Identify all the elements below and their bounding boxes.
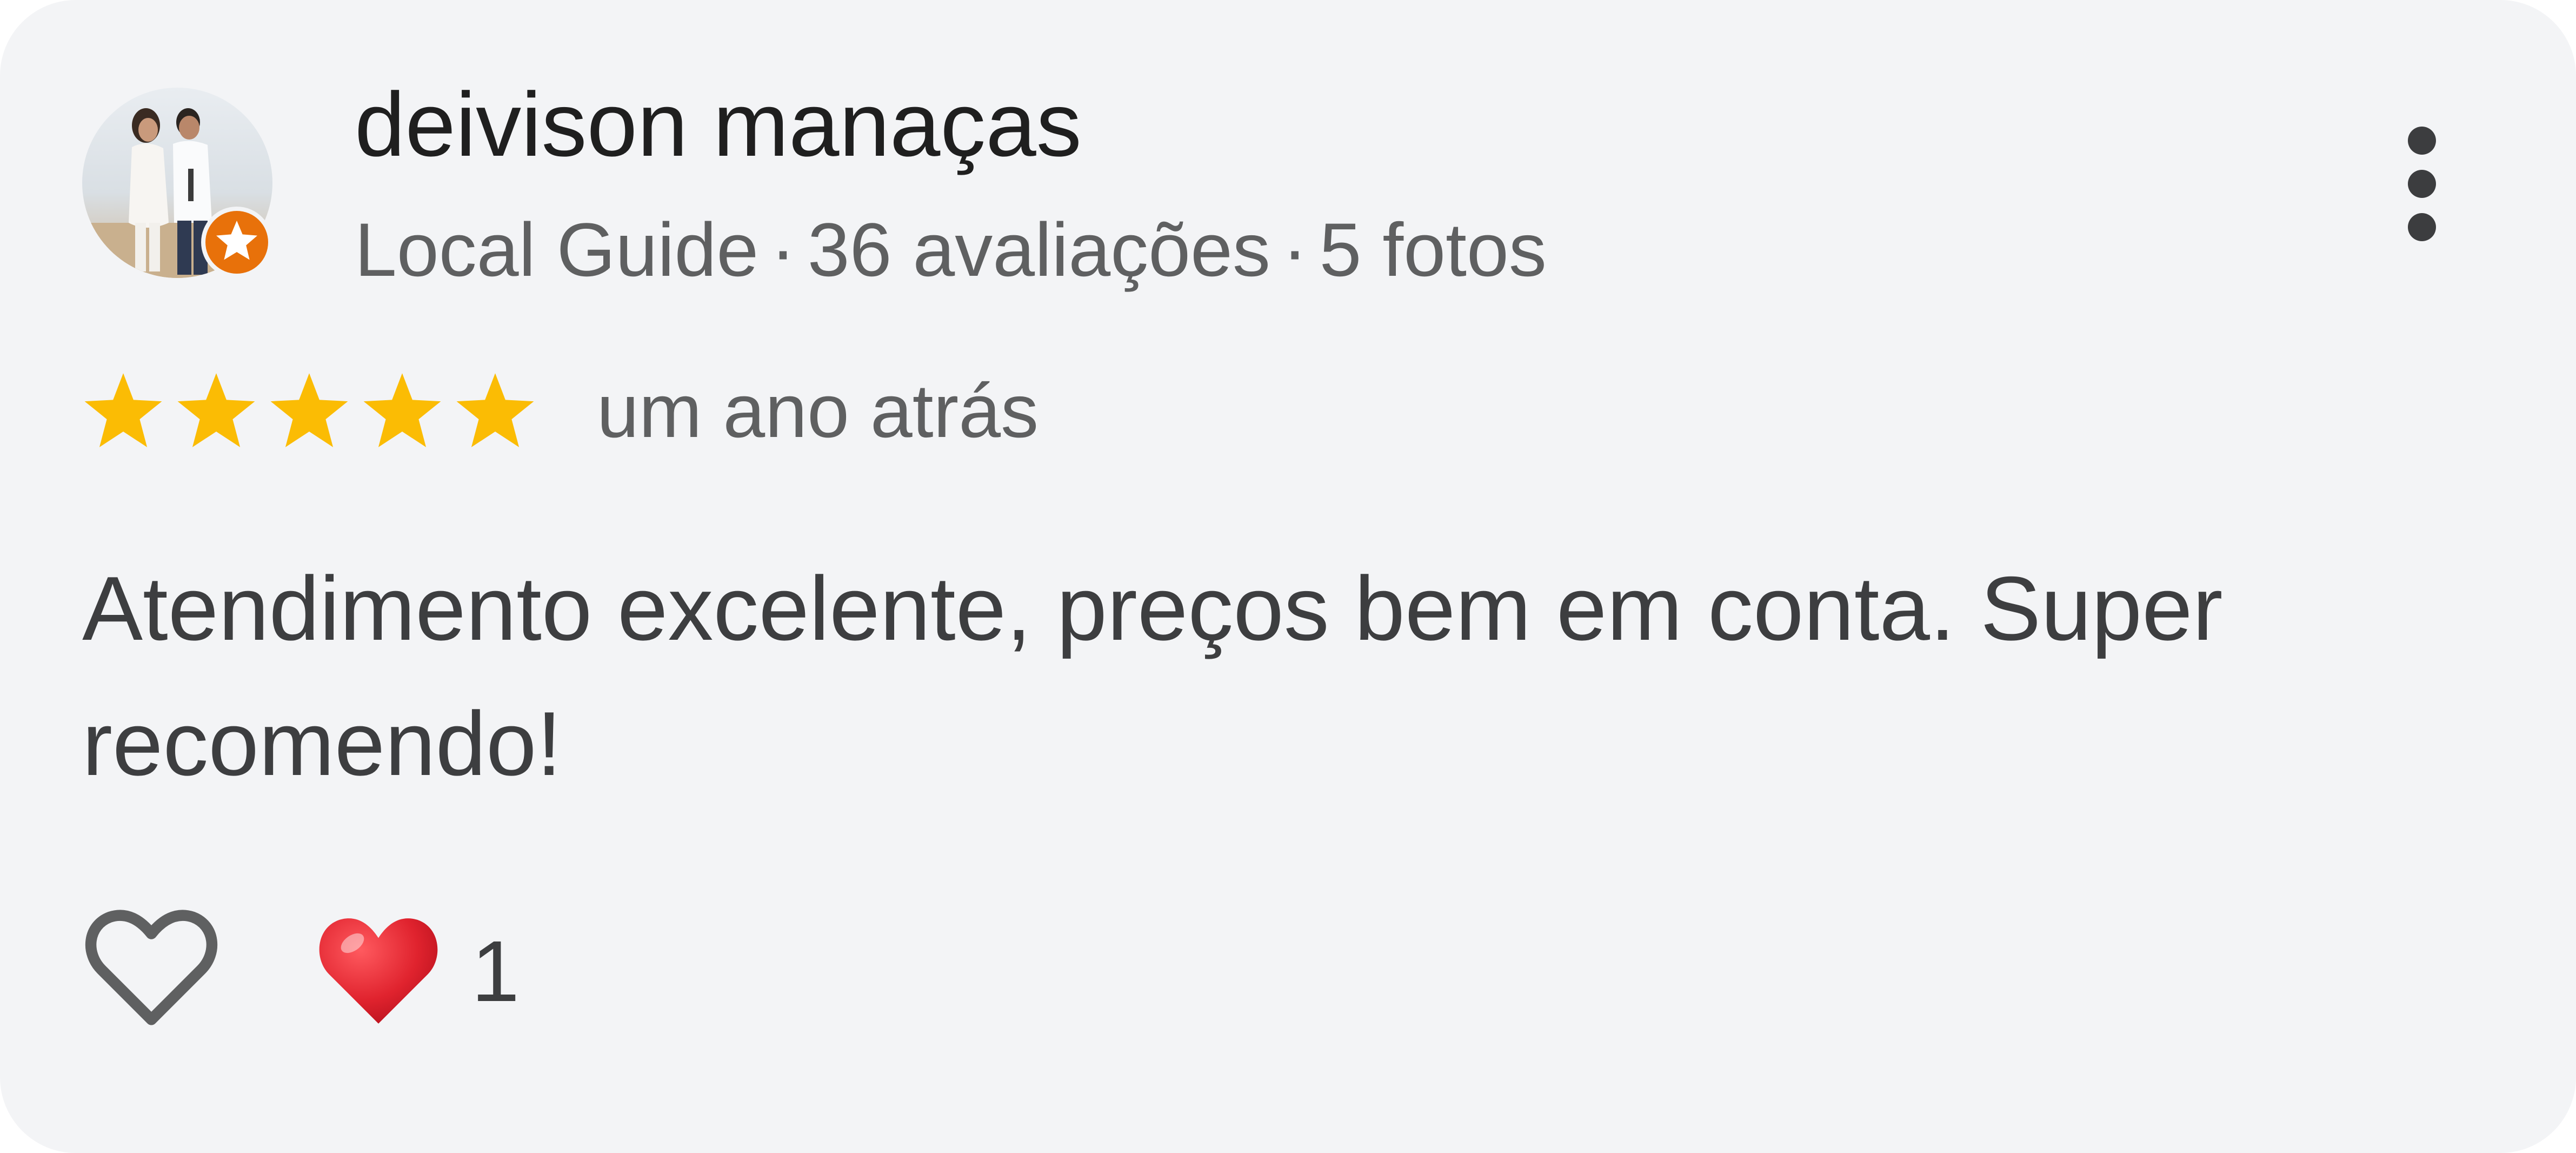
more-vert-icon	[2408, 213, 2436, 241]
heart-reaction[interactable]	[314, 904, 443, 1034]
more-options-button[interactable]	[2379, 119, 2465, 249]
reviewer-avatar[interactable]	[82, 88, 272, 278]
reviewer-name[interactable]: deivison manaças	[355, 70, 1082, 178]
more-vert-icon	[2408, 170, 2436, 198]
star-icon	[270, 373, 348, 447]
local-guide-label: Local Guide	[355, 207, 759, 292]
reviewer-meta: Local Guide · 36 avaliações · 5 fotos	[355, 201, 1547, 299]
meta-separator: ·	[770, 207, 796, 292]
like-button[interactable]	[82, 898, 221, 1036]
star-rating	[82, 370, 547, 456]
star-icon	[84, 373, 162, 447]
review-date: um ano atrás	[597, 368, 1039, 453]
meta-separator: ·	[1282, 207, 1308, 292]
photo-count: 5 fotos	[1319, 207, 1547, 292]
more-vert-icon	[2408, 127, 2436, 155]
heart-outline-icon	[85, 910, 218, 1025]
star-icon	[363, 373, 441, 447]
red-heart-icon	[319, 918, 438, 1024]
reaction-count: 1	[471, 923, 520, 1019]
star-icon	[456, 373, 534, 447]
star-icon	[177, 373, 255, 447]
review-text: Atendimento excelente, preços bem em con…	[82, 558, 2223, 794]
local-guide-badge-icon	[200, 206, 274, 279]
review-count: 36 avaliações	[807, 207, 1270, 292]
review-card: deivison manaças Local Guide · 36 avaliaçõ…	[0, 0, 2576, 1153]
